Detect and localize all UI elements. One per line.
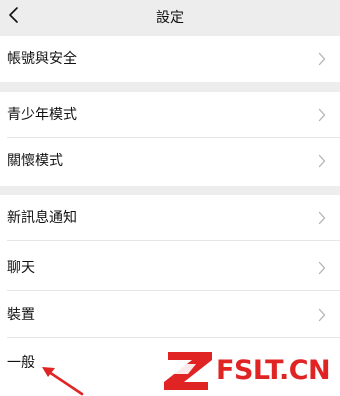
chevron-right-icon: [318, 52, 326, 66]
watermark-logo: FSLT.CN: [160, 346, 340, 396]
settings-row-teen-mode[interactable]: 青少年模式: [0, 92, 340, 138]
row-label: 聊天: [7, 260, 35, 276]
settings-row-devices[interactable]: 裝置: [0, 292, 340, 338]
settings-group-modes: 青少年模式 關懷模式: [0, 92, 340, 186]
nav-bar: 設定: [0, 0, 340, 32]
chevron-right-icon: [318, 308, 326, 322]
row-label: 青少年模式: [7, 107, 77, 123]
row-divider: [7, 240, 340, 241]
page-title: 設定: [156, 10, 184, 26]
watermark-z-logo-icon: [164, 352, 212, 390]
settings-group-account: 帳號與安全: [0, 36, 340, 82]
chevron-right-icon: [318, 261, 326, 275]
row-divider: [7, 290, 340, 291]
row-divider: [7, 337, 340, 338]
row-label: 一般: [7, 355, 35, 371]
row-label: 關懷模式: [7, 153, 63, 169]
row-label: 新訊息通知: [7, 210, 77, 226]
settings-row-chat[interactable]: 聊天: [0, 245, 340, 291]
annotation-arrow-icon: [42, 367, 84, 396]
chevron-right-icon: [318, 211, 326, 225]
chevron-right-icon: [318, 108, 326, 122]
settings-row-account-security[interactable]: 帳號與安全: [0, 36, 340, 82]
row-label: 帳號與安全: [7, 51, 77, 67]
watermark-text: FSLT.CN: [216, 355, 331, 386]
chevron-right-icon: [318, 154, 326, 168]
settings-row-notifications[interactable]: 新訊息通知: [0, 195, 340, 241]
row-label: 裝置: [7, 307, 35, 323]
settings-row-care-mode[interactable]: 關懷模式: [0, 138, 340, 184]
